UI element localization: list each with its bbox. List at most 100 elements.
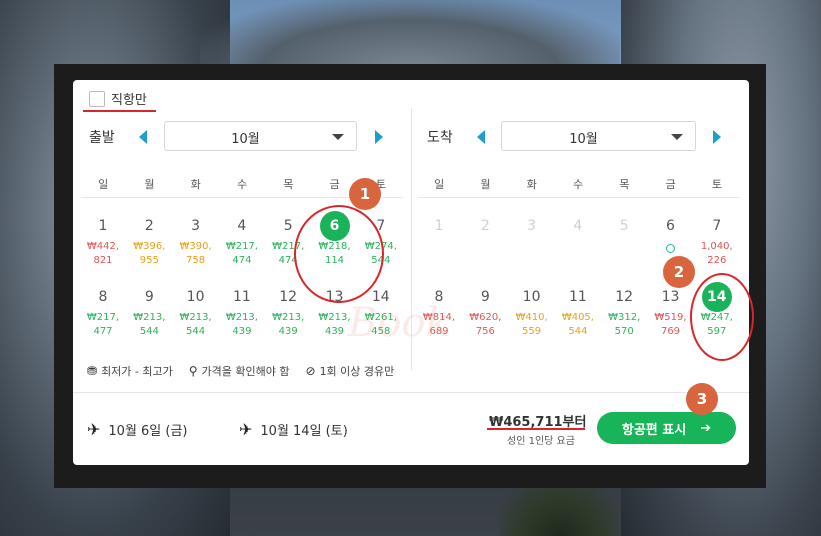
annotation-ring-2 — [690, 273, 754, 361]
day-price: ₩213, 544 — [179, 312, 212, 337]
day-number: 13 — [661, 289, 680, 305]
arrive-month-select[interactable]: 10월 — [501, 121, 696, 151]
return-date-text: 10월 14일 (토) — [260, 424, 348, 439]
annotation-badge-1: 1 — [349, 178, 381, 210]
depart-month-value: 10월 — [231, 132, 260, 147]
background-rock-top — [200, 0, 620, 70]
day-number: 6 — [666, 218, 675, 234]
direct-only-label: 직항만 — [111, 93, 147, 108]
search-icon: ⚲ — [188, 364, 198, 378]
day-number: 10 — [522, 289, 541, 305]
depart-prev-month-icon[interactable] — [139, 130, 147, 144]
legend-range: ⛃ 최저가 - 최고가 — [87, 364, 173, 378]
depart-next-month-icon[interactable] — [375, 130, 383, 144]
day-price: ₩217, 477 — [86, 312, 120, 337]
annotation-ring-1 — [294, 205, 384, 303]
depart-day-cell[interactable]: 8 ₩217, 477 — [80, 286, 126, 339]
watermark: Book — [348, 300, 450, 346]
annotation-badge-3: 3 — [686, 383, 718, 415]
depart-day-cell[interactable]: 10 ₩213, 544 — [173, 286, 219, 339]
day-number: 3 — [527, 218, 537, 234]
arrive-label: 도착 — [427, 130, 453, 146]
arrive-next-month-icon[interactable] — [713, 130, 721, 144]
arrive-weekday-separator — [418, 197, 740, 198]
arrive-day-cell: 2 — [462, 215, 508, 237]
arrive-day-cell[interactable]: 7 1,040, 226 — [694, 215, 740, 268]
day-number: 11 — [568, 289, 587, 305]
day-number: 9 — [144, 289, 154, 305]
direct-only-checkbox[interactable] — [89, 90, 105, 107]
plane-takeoff-icon: ✈ — [87, 420, 101, 439]
arrive-day-cell: 3 — [509, 215, 555, 237]
price-check-dot-icon — [666, 244, 675, 253]
footer-depart-date: ✈ 10월 6일 (금) — [87, 420, 188, 439]
arrive-prev-month-icon[interactable] — [477, 130, 485, 144]
legend-check-price: ⚲ 가격을 확인해야 함 — [188, 364, 290, 378]
depart-day-cell[interactable]: 1 ₩442, 821 — [80, 215, 126, 268]
day-number: 4 — [573, 218, 583, 234]
legend-stopover: ⊘ 1회 이상 경유만 — [305, 364, 395, 378]
show-flights-label: 항공편 표시 — [621, 422, 687, 438]
day-price: ₩213, 544 — [133, 312, 166, 337]
coins-icon: ⛃ — [87, 364, 98, 378]
price-legend: ⛃ 최저가 - 최고가 ⚲ 가격을 확인해야 함 ⊘ 1회 이상 경유만 — [87, 363, 394, 379]
depart-month-select[interactable]: 10월 — [164, 121, 357, 151]
day-price: ₩213, 439 — [272, 312, 305, 337]
footer-return-date: ✈ 10월 14일 (토) — [239, 420, 348, 439]
weekday-label: 토 — [711, 178, 722, 191]
arrive-day-cell[interactable]: 11 ₩405, 544 — [555, 286, 601, 339]
day-price: ₩410, 559 — [515, 312, 548, 337]
day-number: 11 — [232, 289, 251, 305]
weekday-label: 금 — [665, 178, 676, 191]
day-price: ₩312, 570 — [608, 312, 641, 337]
arrive-month-value: 10월 — [569, 132, 598, 147]
depart-label: 출발 — [89, 130, 115, 146]
day-number: 1 — [98, 218, 108, 234]
depart-day-cell[interactable]: 9 ₩213, 544 — [126, 286, 172, 339]
show-flights-button[interactable]: 항공편 표시 ➔ — [597, 412, 736, 444]
day-price: ₩390, 758 — [179, 241, 212, 266]
day-number: 5 — [619, 218, 629, 234]
depart-day-cell[interactable]: 11 ₩213, 439 — [219, 286, 265, 339]
date-picker-panel: 직항만 출발 10월 도착 10월 일월화수목금토 일월화수목금토 1 ₩442,… — [73, 80, 749, 465]
depart-day-cell[interactable]: 4 ₩217, 474 — [219, 215, 265, 268]
day-price: ₩213, 439 — [225, 312, 258, 337]
day-number: 2 — [144, 218, 154, 234]
plane-landing-icon: ✈ — [239, 420, 253, 439]
day-number: 7 — [712, 218, 722, 234]
day-price: ₩620, 756 — [469, 312, 502, 337]
depart-day-cell[interactable]: 12 ₩213, 439 — [265, 286, 311, 339]
arrive-day-cell[interactable]: 12 ₩312, 570 — [601, 286, 647, 339]
day-number: 10 — [186, 289, 205, 305]
day-price: ₩519, 769 — [654, 312, 687, 337]
direct-only-filter[interactable]: 직항만 — [89, 89, 147, 108]
arrive-day-cell[interactable]: 6 — [648, 215, 694, 253]
day-price: ₩396, 955 — [133, 241, 166, 266]
background-tree — [500, 480, 620, 536]
arrive-day-cell[interactable]: 10 ₩410, 559 — [509, 286, 555, 339]
arrive-day-cell[interactable]: 9 ₩620, 756 — [462, 286, 508, 339]
chevron-down-icon — [332, 134, 344, 140]
chevron-down-icon — [671, 134, 683, 140]
arrive-weekday-row: 일월화수목금토 — [416, 176, 740, 192]
day-number: 3 — [191, 218, 201, 234]
day-number: 9 — [480, 289, 490, 305]
depart-day-cell[interactable]: 2 ₩396, 955 — [126, 215, 172, 268]
weekday-label: 목 — [619, 178, 630, 191]
price-highlight-underline — [487, 428, 585, 430]
arrive-day-cell[interactable]: 13 ₩519, 769 — [648, 286, 694, 339]
arrive-day-cell: 1 — [416, 215, 462, 237]
footer-divider — [73, 392, 749, 393]
weekday-label: 화 — [526, 178, 537, 191]
depart-day-cell[interactable]: 3 ₩390, 758 — [173, 215, 219, 268]
arrive-day-cell: 4 — [555, 215, 601, 237]
weekday-label: 월 — [480, 178, 491, 191]
day-number: 12 — [615, 289, 634, 305]
annotation-badge-2: 2 — [663, 256, 695, 288]
day-number: 2 — [480, 218, 490, 234]
weekday-label: 일 — [434, 178, 445, 191]
day-number: 4 — [237, 218, 247, 234]
weekday-label: 화 — [190, 178, 201, 191]
day-price: 1,040, 226 — [700, 241, 733, 266]
weekday-label: 수 — [236, 178, 248, 191]
